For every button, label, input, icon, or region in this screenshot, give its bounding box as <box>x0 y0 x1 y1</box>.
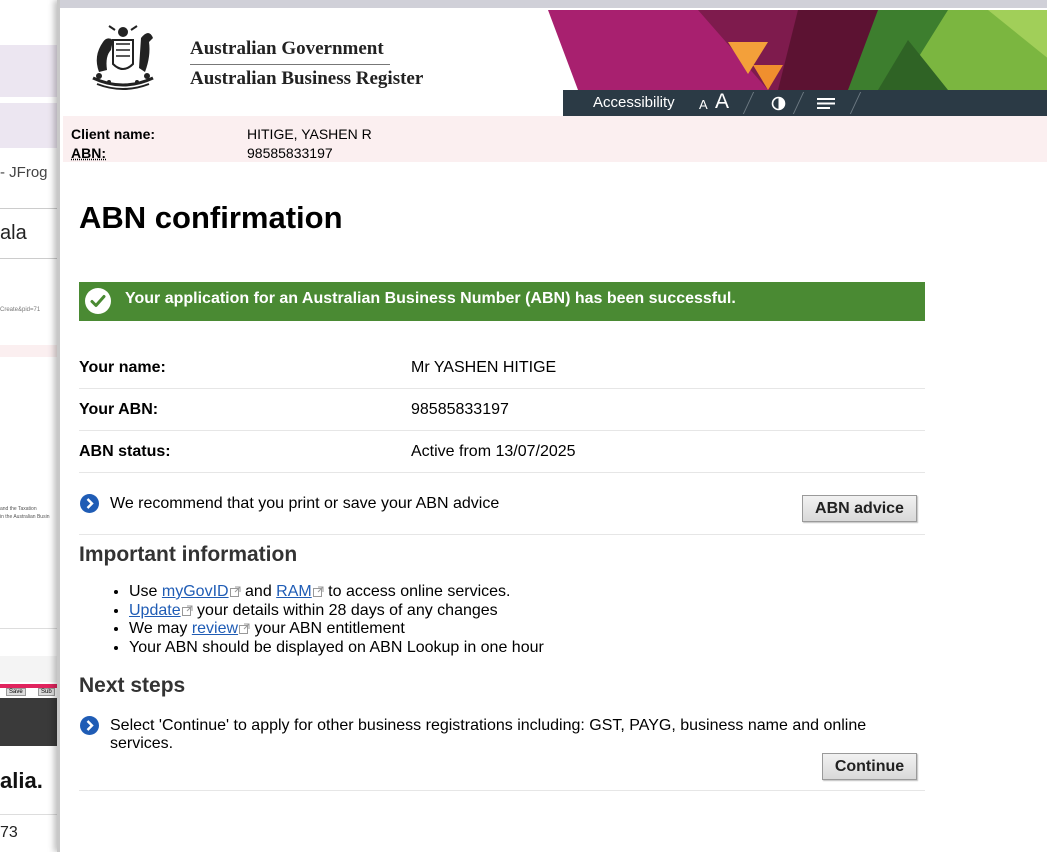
mygovid-link[interactable]: myGovID <box>162 583 229 600</box>
text-size-large-button[interactable]: A <box>715 90 729 114</box>
detail-label: ABN status: <box>79 443 171 460</box>
bg-text-fragment-1: and the Taxation <box>0 506 37 512</box>
accessibility-bar: Accessibility A A <box>563 90 1047 116</box>
agency-name: Australian Business Register <box>190 68 424 89</box>
bg-text-fragment-2: in the Australian Busin <box>0 514 50 520</box>
detail-row-status: ABN status: Active from 13/07/2025 <box>79 430 925 473</box>
list-item: Your ABN should be displayed on ABN Look… <box>129 639 544 658</box>
gov-name: Australian Government <box>190 38 390 65</box>
success-message: Your application for an Australian Busin… <box>125 290 736 307</box>
checkmark-icon <box>85 288 111 314</box>
external-link-icon <box>239 623 250 634</box>
government-wordmark: Australian Government Australian Busines… <box>190 38 423 90</box>
list-item: Update your details within 28 days of an… <box>129 602 544 621</box>
list-text: and <box>240 583 277 600</box>
bg-heading-fragment: ala <box>0 222 27 244</box>
detail-value: Active from 13/07/2025 <box>411 443 576 460</box>
detail-value: Mr YASHEN HITIGE <box>411 359 557 376</box>
detail-label: Your ABN: <box>79 401 159 418</box>
important-info-list: Use myGovID and RAM to access online ser… <box>79 583 544 657</box>
detail-value: 98585833197 <box>411 401 509 418</box>
menu-icon[interactable] <box>817 97 835 110</box>
contrast-icon[interactable] <box>771 96 786 111</box>
background-page: - JFrog ala Create&pid=71 and the Taxati… <box>0 0 62 852</box>
separator <box>742 92 755 114</box>
external-link-icon <box>312 586 324 597</box>
list-item: Use myGovID and RAM to access online ser… <box>129 583 544 602</box>
list-text: to access online services. <box>323 583 511 600</box>
window-top-edge <box>60 0 1047 8</box>
next-steps-heading: Next steps <box>79 674 186 697</box>
chevron-right-icon <box>80 494 99 513</box>
bg-number-fragment: 73 <box>0 824 18 841</box>
list-text: We may <box>129 620 192 637</box>
abr-window: Australian Government Australian Busines… <box>57 0 1047 852</box>
client-details-bar: Client name: HITIGE, YASHEN R ABN: 98585… <box>63 116 1047 162</box>
coat-of-arms-icon <box>92 25 154 90</box>
abn-advice-button[interactable]: ABN advice <box>802 495 917 522</box>
recommendation-text: We recommend that you print or save your… <box>110 495 500 512</box>
bg-page-heading-fragment: alia. <box>0 768 43 793</box>
bg-submit-button[interactable]: Sub <box>38 688 55 696</box>
external-link-icon <box>229 586 241 597</box>
success-alert: Your application for an Australian Busin… <box>79 282 925 321</box>
detail-row-name: Your name: Mr YASHEN HITIGE <box>79 346 925 389</box>
separator <box>792 92 805 114</box>
next-steps-row: Select 'Continue' to apply for other bus… <box>79 712 925 791</box>
abn-label: ABN: <box>71 145 106 161</box>
external-link-icon <box>181 605 193 616</box>
next-steps-text: Select 'Continue' to apply for other bus… <box>110 717 867 752</box>
chevron-right-icon <box>80 716 99 735</box>
update-link[interactable]: Update <box>129 602 181 619</box>
client-name-value: HITIGE, YASHEN R <box>247 126 372 142</box>
list-item: We may review your ABN entitlement <box>129 620 544 639</box>
bg-save-button[interactable]: Save <box>6 688 26 696</box>
detail-row-abn: Your ABN: 98585833197 <box>79 388 925 431</box>
important-info-heading: Important information <box>79 543 298 566</box>
text-size-small-button[interactable]: A <box>699 97 708 112</box>
detail-label: Your name: <box>79 359 166 376</box>
list-text: Use <box>129 583 162 600</box>
list-text: your details within 28 days of any chang… <box>192 601 498 619</box>
recommendation-row: We recommend that you print or save your… <box>79 470 925 535</box>
page-title: ABN confirmation <box>79 200 343 235</box>
abn-value: 98585833197 <box>247 145 333 161</box>
site-header: Australian Government Australian Busines… <box>63 10 1047 116</box>
bg-tab-label[interactable]: - JFrog <box>0 164 48 181</box>
client-name-label: Client name: <box>71 126 156 142</box>
continue-button[interactable]: Continue <box>822 753 917 780</box>
accessibility-link[interactable]: Accessibility <box>593 94 675 111</box>
bg-url-fragment: Create&pid=71 <box>0 307 41 313</box>
separator <box>849 92 862 114</box>
review-link[interactable]: review <box>192 620 238 637</box>
ram-link[interactable]: RAM <box>276 583 312 600</box>
list-text: your ABN entitlement <box>250 620 405 637</box>
decorative-banner <box>548 10 1047 90</box>
